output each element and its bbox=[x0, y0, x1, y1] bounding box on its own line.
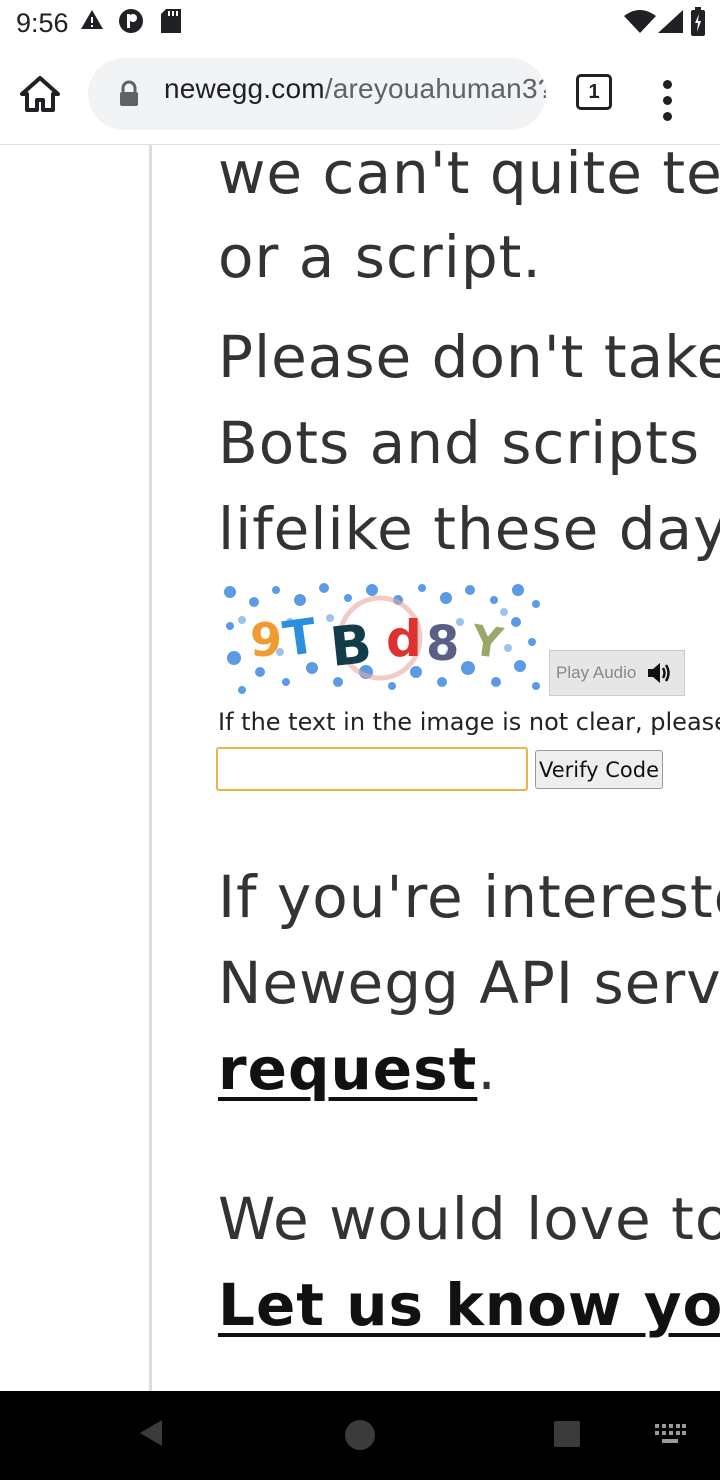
captcha-code-input[interactable] bbox=[216, 747, 528, 791]
svg-text:B: B bbox=[327, 612, 375, 679]
address-bar[interactable]: newegg.com/areyouahuman3?i bbox=[88, 58, 546, 130]
signal-icon bbox=[658, 10, 684, 38]
left-border bbox=[149, 145, 152, 1391]
paragraph4-line1: We would love to bbox=[218, 1185, 720, 1253]
captcha-hint: If the text in the image is not clear, p… bbox=[218, 708, 720, 736]
lock-icon bbox=[118, 80, 140, 112]
back-icon[interactable] bbox=[136, 1417, 166, 1453]
paragraph2-line2: Bots and scripts c bbox=[218, 409, 720, 477]
recents-icon[interactable] bbox=[552, 1419, 582, 1453]
tab-switcher-button[interactable]: 1 bbox=[576, 74, 616, 114]
svg-text:8: 8 bbox=[426, 616, 459, 672]
home-button[interactable] bbox=[18, 72, 70, 124]
sd-card-icon bbox=[160, 8, 182, 38]
svg-text:d: d bbox=[386, 610, 422, 668]
svg-text:9: 9 bbox=[250, 613, 282, 667]
paragraph3-line2: Newegg API servi bbox=[218, 949, 720, 1017]
request-link[interactable]: request bbox=[218, 1035, 477, 1103]
url-host: newegg.com bbox=[164, 73, 325, 104]
captcha-image: 9 T B d 8 Y bbox=[220, 582, 543, 696]
wifi-icon bbox=[624, 10, 656, 38]
speaker-icon bbox=[646, 661, 674, 690]
warning-icon bbox=[80, 8, 104, 36]
home-icon bbox=[18, 76, 62, 120]
status-time: 9:56 bbox=[16, 8, 69, 38]
battery-icon bbox=[690, 7, 706, 41]
verify-code-button[interactable]: Verify Code bbox=[535, 750, 663, 789]
feedback-link[interactable]: Let us know your bbox=[218, 1271, 720, 1339]
play-audio-button[interactable]: Play Audio bbox=[549, 650, 685, 696]
keyboard-icon[interactable] bbox=[654, 1423, 686, 1449]
play-audio-label: Play Audio bbox=[556, 663, 637, 682]
paragraph4-line2: Let us know your bbox=[218, 1271, 720, 1339]
paragraph3-line3: request. bbox=[218, 1035, 497, 1103]
browser-toolbar: newegg.com/areyouahuman3?i 1 bbox=[0, 48, 720, 145]
url-path: /areyouahuman3?i bbox=[324, 73, 546, 104]
url-text[interactable]: newegg.com/areyouahuman3?i bbox=[164, 73, 546, 105]
paragraph2-line1: Please don't take bbox=[218, 323, 720, 391]
navigation-bar bbox=[0, 1391, 720, 1480]
paragraph1-line1: we can't quite tel bbox=[218, 145, 720, 207]
app-notification-icon bbox=[118, 8, 144, 38]
paragraph2-line3: lifelike these days bbox=[218, 495, 720, 563]
more-menu-button[interactable] bbox=[654, 76, 684, 126]
home-nav-icon[interactable] bbox=[342, 1417, 378, 1457]
paragraph3-line1: If you're intereste bbox=[218, 863, 720, 931]
request-period: . bbox=[477, 1035, 497, 1103]
tab-count: 1 bbox=[576, 74, 612, 110]
svg-text:T: T bbox=[280, 608, 320, 668]
svg-text:Y: Y bbox=[468, 615, 507, 668]
paragraph1-line2: or a script. bbox=[218, 223, 542, 291]
status-bar: 9:56 bbox=[0, 0, 720, 48]
page-content: we can't quite tel or a script. Please d… bbox=[0, 145, 720, 1391]
